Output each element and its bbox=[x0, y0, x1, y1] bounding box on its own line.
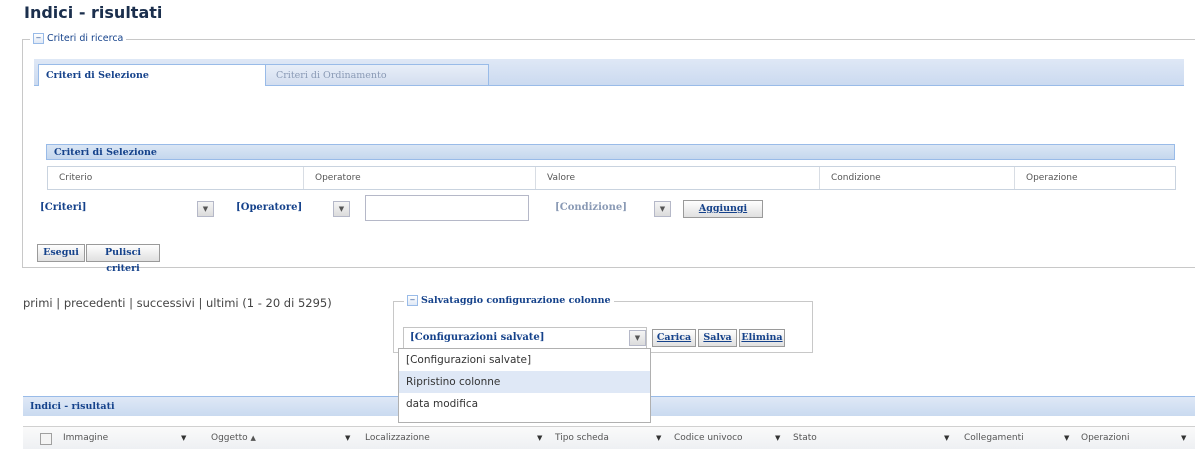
column-header-status[interactable]: Stato bbox=[793, 427, 817, 449]
sort-ascending-icon: ▲ bbox=[250, 434, 256, 442]
add-criteria-button-label: Aggiungi bbox=[698, 203, 748, 214]
chevron-down-icon[interactable]: ▼ bbox=[197, 201, 214, 217]
operation-column-header: Operazione bbox=[1026, 173, 1078, 183]
chevron-down-icon[interactable]: ▼ bbox=[181, 427, 186, 449]
saved-config-select[interactable]: [Configurazioni salvate] bbox=[403, 327, 647, 349]
chevron-down-icon[interactable]: ▼ bbox=[944, 427, 949, 449]
clear-criteria-button[interactable]: Pulisci criteri bbox=[86, 244, 160, 274]
criteria-grid-header: Criterio Operatore Valore Condizione Ope… bbox=[47, 166, 1176, 190]
dropdown-option-restore-columns[interactable]: Ripristino colonne bbox=[399, 371, 650, 393]
pager-separator: | bbox=[56, 296, 61, 310]
delete-config-button[interactable]: Elimina bbox=[739, 329, 785, 347]
pager-first-link[interactable]: primi bbox=[23, 296, 53, 310]
operator-column-header: Operatore bbox=[304, 167, 536, 189]
column-config-legend[interactable]: − Salvataggio configurazione colonne bbox=[404, 295, 614, 306]
column-header-operations[interactable]: Operazioni bbox=[1081, 427, 1130, 449]
condition-select[interactable]: [Condizione] bbox=[549, 198, 669, 220]
condition-column-header: Condizione bbox=[820, 167, 1015, 189]
criteria-column-header: Criterio bbox=[48, 167, 304, 189]
pager-range: (1 - 20 di 5295) bbox=[242, 296, 332, 310]
search-criteria-legend[interactable]: − Criteri di ricerca bbox=[30, 33, 127, 44]
selection-criteria-panel-header: Criteri di Selezione bbox=[46, 144, 1175, 160]
column-header-location[interactable]: Localizzazione bbox=[365, 427, 430, 449]
column-header-links[interactable]: Collegamenti bbox=[964, 427, 1024, 449]
select-all-checkbox[interactable] bbox=[40, 433, 52, 445]
execute-button[interactable]: Esegui bbox=[37, 244, 85, 262]
column-header-record-type[interactable]: Tipo scheda bbox=[555, 427, 609, 449]
criteria-select-value: [Criteri] bbox=[40, 202, 87, 213]
saved-config-select-value: [Configurazioni salvate] bbox=[410, 332, 545, 343]
value-input[interactable] bbox=[365, 195, 529, 221]
load-config-button-label: Carica bbox=[656, 332, 692, 343]
chevron-down-icon[interactable]: ▼ bbox=[1181, 427, 1186, 449]
save-config-button-label: Salva bbox=[703, 332, 732, 343]
save-config-button[interactable]: Salva bbox=[698, 329, 737, 347]
pager-next-link[interactable]: successivi bbox=[137, 296, 195, 310]
load-config-button[interactable]: Carica bbox=[652, 329, 696, 347]
collapse-minus-icon[interactable]: − bbox=[407, 295, 418, 306]
search-criteria-legend-label: Criteri di ricerca bbox=[47, 33, 124, 44]
chevron-down-icon[interactable]: ▼ bbox=[333, 201, 350, 217]
column-header-unique-code[interactable]: Codice univoco bbox=[674, 427, 743, 449]
saved-config-dropdown-list: [Configurazioni salvate] Ripristino colo… bbox=[398, 348, 651, 423]
chevron-down-icon[interactable]: ▼ bbox=[775, 427, 780, 449]
collapse-minus-icon[interactable]: − bbox=[33, 33, 44, 44]
column-header-object[interactable]: Oggetto ▲ bbox=[211, 427, 256, 449]
column-config-legend-label: Salvataggio configurazione colonne bbox=[421, 295, 611, 306]
add-criteria-button[interactable]: Aggiungi bbox=[683, 200, 763, 218]
pager: primi | precedenti | successivi | ultimi… bbox=[23, 296, 332, 310]
pager-prev-link[interactable]: precedenti bbox=[64, 296, 126, 310]
chevron-down-icon[interactable]: ▼ bbox=[654, 201, 671, 217]
dropdown-option-modified-date[interactable]: data modifica bbox=[399, 393, 650, 415]
pager-separator: | bbox=[129, 296, 133, 310]
pager-last-link[interactable]: ultimi bbox=[206, 296, 239, 310]
column-header-image[interactable]: Immagine bbox=[63, 427, 108, 449]
value-column-header: Valore bbox=[536, 167, 820, 189]
condition-select-value: [Condizione] bbox=[555, 202, 627, 213]
chevron-down-icon[interactable]: ▼ bbox=[629, 330, 646, 346]
chevron-down-icon[interactable]: ▼ bbox=[345, 427, 350, 449]
operator-select-value: [Operatore] bbox=[236, 202, 303, 213]
page-title: Indici - risultati bbox=[24, 3, 163, 22]
pager-separator: | bbox=[198, 296, 203, 310]
chevron-down-icon[interactable]: ▼ bbox=[656, 427, 661, 449]
chevron-down-icon[interactable]: ▼ bbox=[1064, 427, 1069, 449]
criteria-select[interactable]: [Criteri] bbox=[34, 198, 219, 220]
dropdown-option-saved-configs[interactable]: [Configurazioni salvate] bbox=[399, 349, 650, 371]
tab-selection-criteria[interactable]: Criteri di Selezione bbox=[38, 64, 266, 86]
chevron-down-icon[interactable]: ▼ bbox=[537, 427, 542, 449]
results-column-header-row: Immagine ▼ Oggetto ▲ ▼ Localizzazione ▼ … bbox=[23, 426, 1195, 449]
column-header-object-label: Oggetto bbox=[211, 433, 248, 443]
tab-sort-criteria[interactable]: Criteri di Ordinamento bbox=[265, 64, 489, 85]
delete-config-button-label: Elimina bbox=[741, 332, 783, 343]
operator-select[interactable]: [Operatore] bbox=[230, 198, 350, 220]
